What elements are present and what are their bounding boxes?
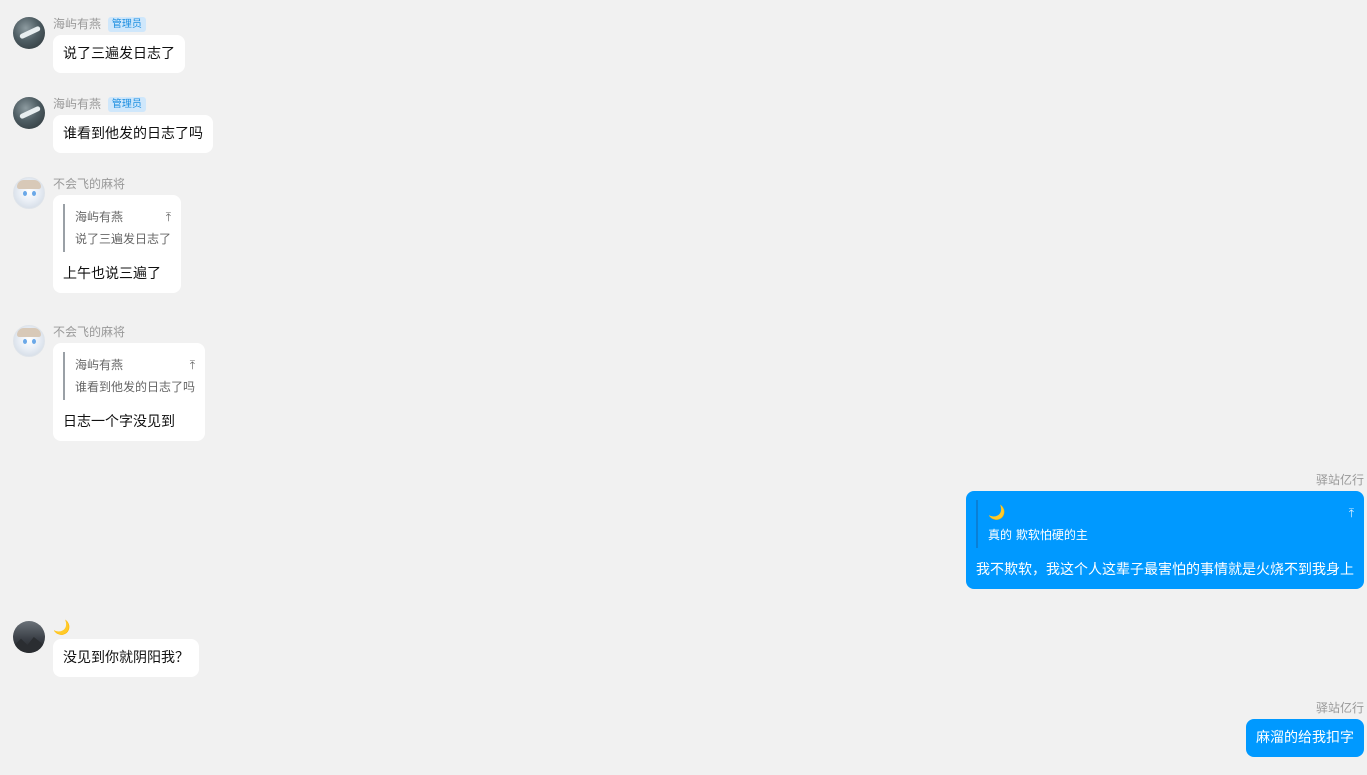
reply-quote[interactable]: 🌙 真的 欺软怕硬的主 ⤒ bbox=[976, 500, 1354, 548]
sender-name[interactable]: 不会飞的麻将 bbox=[53, 325, 125, 339]
reply-quote[interactable]: 海屿有燕 谁看到他发的日志了吗 ⤒ bbox=[63, 352, 195, 400]
message-text: 日志一个字没见到 bbox=[63, 414, 175, 430]
message-bubble[interactable]: 麻溜的给我扣字 bbox=[1246, 719, 1364, 757]
sender-name[interactable]: 海屿有燕 bbox=[53, 17, 101, 31]
message-text: 上午也说三遍了 bbox=[63, 266, 161, 282]
avatar[interactable] bbox=[13, 177, 45, 209]
avatar[interactable] bbox=[13, 17, 45, 49]
jump-to-quote-icon[interactable]: ⤒ bbox=[166, 206, 171, 228]
message-bubble[interactable]: 谁看到他发的日志了吗 bbox=[53, 115, 213, 153]
quote-text: 谁看到他发的日志了吗 bbox=[75, 380, 196, 394]
message-bubble[interactable]: 说了三遍发日志了 bbox=[53, 35, 185, 73]
message-text: 我不欺软，我这个人这辈子最害怕的事情就是火烧不到我身上 bbox=[976, 562, 1354, 578]
sender-name[interactable]: 海屿有燕 bbox=[53, 97, 101, 111]
jump-to-quote-icon[interactable]: ⤒ bbox=[190, 354, 195, 376]
quote-text: 真的 欺软怕硬的主 bbox=[988, 528, 1088, 542]
admin-badge: 管理员 bbox=[107, 97, 146, 112]
quote-author: 🌙 bbox=[988, 505, 1006, 521]
message-bubble[interactable]: 海屿有燕 谁看到他发的日志了吗 ⤒ 日志一个字没见到 bbox=[53, 343, 206, 441]
chat-window: 海屿有燕 管理员 说了三遍发日志了 海屿有燕 管理员 谁看到他发的日志了吗 不会… bbox=[0, 0, 1367, 775]
quote-author: 海屿有燕 bbox=[75, 358, 124, 372]
sender-name[interactable]: 驿站亿行 bbox=[1316, 701, 1364, 715]
sender-name[interactable]: 不会飞的麻将 bbox=[53, 177, 125, 191]
message-bubble[interactable]: 没见到你就阴阳我？ bbox=[53, 639, 199, 677]
sender-name[interactable]: 🌙 bbox=[53, 620, 70, 636]
message-bubble[interactable]: 🌙 真的 欺软怕硬的主 ⤒ 我不欺软，我这个人这辈子最害怕的事情就是火烧不到我身… bbox=[966, 491, 1364, 589]
quote-author: 海屿有燕 bbox=[75, 210, 124, 224]
avatar[interactable] bbox=[13, 97, 45, 129]
avatar[interactable] bbox=[13, 621, 45, 653]
quote-text: 说了三遍发日志了 bbox=[75, 232, 172, 246]
message-item-own: 驿站亿行 麻溜的给我扣字 bbox=[1246, 701, 1364, 757]
jump-to-quote-icon[interactable]: ⤒ bbox=[1349, 502, 1354, 524]
admin-badge: 管理员 bbox=[107, 17, 146, 32]
message-item-own: 驿站亿行 🌙 真的 欺软怕硬的主 ⤒ 我不欺软，我这个人这辈子最害怕的事情就是火… bbox=[966, 473, 1364, 589]
sender-name[interactable]: 驿站亿行 bbox=[1316, 473, 1364, 487]
reply-quote[interactable]: 海屿有燕 说了三遍发日志了 ⤒ bbox=[63, 204, 171, 252]
avatar[interactable] bbox=[13, 325, 45, 357]
message-bubble[interactable]: 海屿有燕 说了三遍发日志了 ⤒ 上午也说三遍了 bbox=[53, 195, 182, 293]
